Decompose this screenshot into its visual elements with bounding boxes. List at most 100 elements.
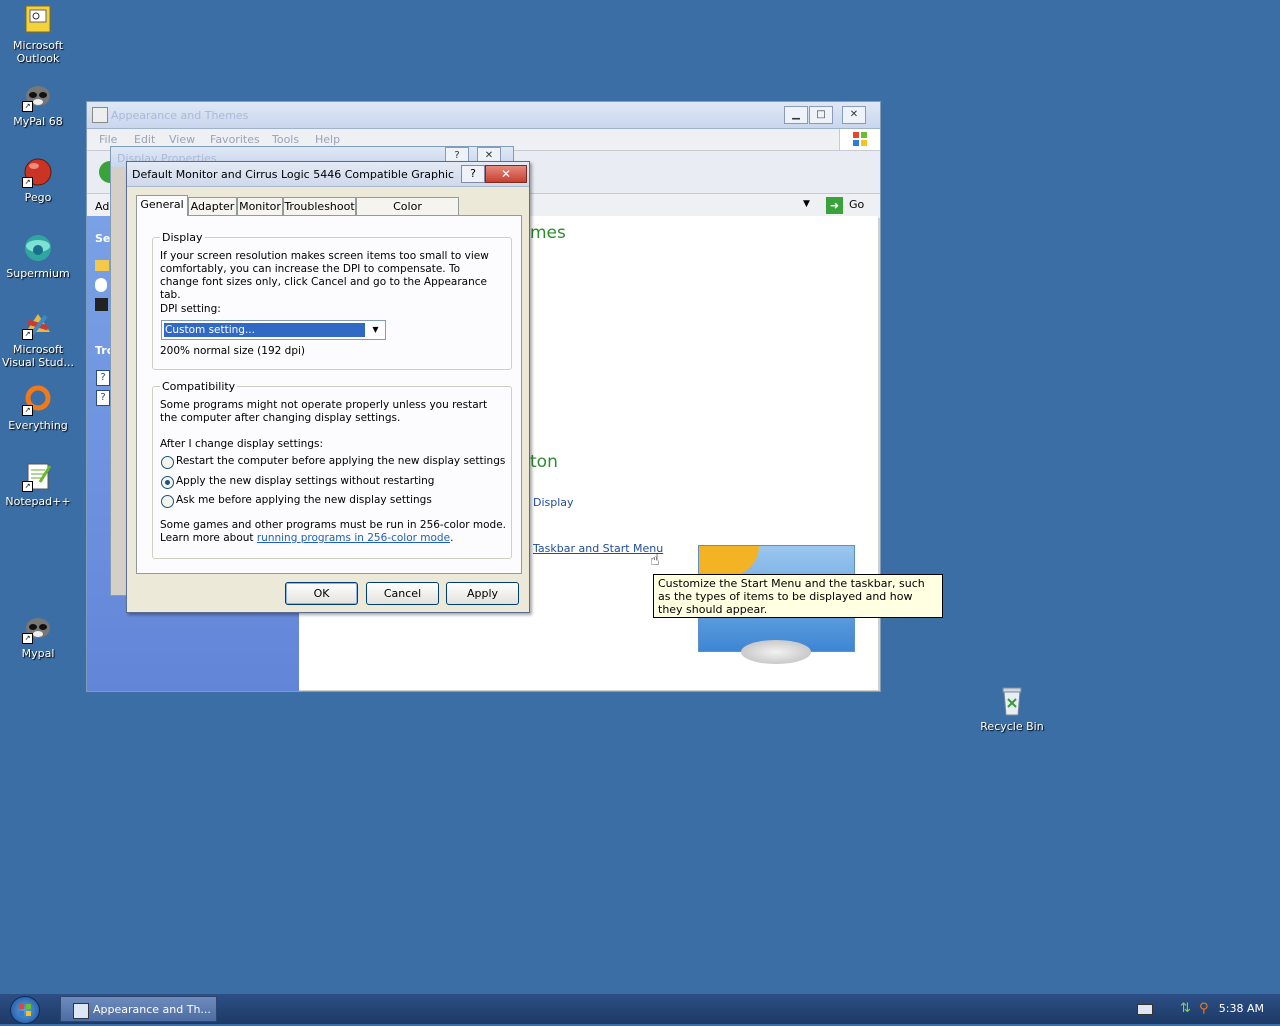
tab-color-management[interactable]: Color Management (356, 197, 459, 230)
tab-adapter[interactable]: Adapter (188, 197, 237, 215)
desktop-icon-mypal[interactable]: ↗ Mypal (0, 612, 76, 660)
learn-more-line: Learn more about running programs in 256… (160, 532, 453, 545)
menu-file[interactable]: File (99, 133, 117, 146)
shortcut-arrow-icon: ↗ (22, 405, 33, 416)
menu-help[interactable]: Help (315, 133, 340, 146)
menu-edit[interactable]: Edit (134, 133, 155, 146)
desktop-icon-pego[interactable]: ↗ Pego (0, 156, 76, 204)
display-description: If your screen resolution makes screen i… (160, 250, 489, 301)
close-button[interactable]: ✕ (842, 106, 866, 124)
display-icon (95, 298, 108, 311)
desktop-icon-visual-studio[interactable]: ↗ Microsoft Visual Stud... (0, 308, 76, 369)
radio-restart[interactable] (161, 456, 174, 469)
radio-restart-label[interactable]: Restart the computer before applying the… (176, 455, 505, 468)
taskbar: Appearance and Th... ⇅ ⚲ 5:38 AM (0, 994, 1280, 1024)
display-link[interactable]: Display (533, 496, 574, 509)
visual-studio-icon: ↗ (22, 308, 54, 340)
control-panel-icon (92, 107, 108, 123)
desktop-icon-notepadpp[interactable]: ↗ Notepad++ (0, 460, 76, 508)
dpi-setting-dropdown[interactable]: Custom setting... ▼ (161, 320, 386, 340)
shortcut-arrow-icon: ↗ (22, 329, 33, 340)
radio-apply-label[interactable]: Apply the new display settings without r… (176, 475, 434, 488)
compatibility-description: Some programs might not operate properly… (160, 399, 488, 424)
section-heading: ton (530, 452, 558, 472)
cancel-button[interactable]: Cancel (366, 582, 439, 605)
address-dropdown-icon[interactable]: ▼ (803, 199, 810, 209)
tab-general[interactable]: General (136, 195, 188, 216)
mouse-icon (95, 278, 107, 292)
taskbar-item-label: Appearance and Th... (93, 1003, 211, 1016)
help-icon: ? (96, 390, 110, 406)
close-button[interactable]: ✕ (485, 165, 527, 183)
desktop-icon-everything[interactable]: ↗ Everything (0, 384, 76, 432)
radio-ask-label[interactable]: Ask me before applying the new display s… (176, 494, 432, 507)
radio-apply-without-restart[interactable] (161, 476, 174, 489)
folder-icon (95, 260, 109, 271)
outlook-icon (22, 4, 54, 36)
go-arrow-icon[interactable]: ➜ (826, 197, 843, 214)
desktop-icon-label: Recycle Bin (980, 720, 1044, 733)
recycle-bin-icon (996, 685, 1028, 717)
desktop-icon-label: Supermium (6, 267, 70, 280)
windows-logo-icon (839, 129, 880, 150)
windows-logo-icon (19, 1004, 31, 1016)
compatibility-group-label: Compatibility (160, 380, 238, 393)
dpi-setting-label: DPI setting: (160, 303, 221, 315)
raccoon-icon: ↗ (22, 612, 54, 644)
taskbar-item-appearance[interactable]: Appearance and Th... (60, 996, 217, 1022)
maximize-button[interactable]: □ (809, 106, 833, 124)
network-icon[interactable]: ⇅ (1180, 1001, 1191, 1016)
control-panel-icon (73, 1003, 89, 1019)
menu-tools[interactable]: Tools (272, 133, 299, 146)
menu-view[interactable]: View (169, 133, 195, 146)
desktop-icon-label: Microsoft Visual Stud... (1, 343, 75, 369)
shortcut-arrow-icon: ↗ (22, 177, 33, 188)
learn-more-prefix: Learn more about (160, 532, 257, 544)
desktop-icon-label: Pego (24, 191, 52, 204)
ok-button[interactable]: OK (285, 582, 358, 605)
tab-troubleshoot[interactable]: Troubleshoot (283, 197, 356, 215)
display-group-label: Display (160, 231, 205, 244)
dpi-size-readout: 200% normal size (192 dpi) (160, 345, 306, 357)
desktop-icon-label: Mypal (21, 647, 55, 660)
tab-monitor[interactable]: Monitor (237, 197, 283, 215)
search-ring-icon: ↗ (22, 384, 54, 416)
start-button[interactable] (10, 996, 40, 1024)
monitor-properties-dialog[interactable]: Default Monitor and Cirrus Logic 5446 Co… (126, 161, 530, 613)
dpi-setting-value: Custom setting... (164, 323, 365, 337)
taskbar-link-tooltip: Customize the Start Menu and the taskbar… (653, 574, 943, 618)
learn-more-suffix: . (450, 532, 454, 544)
keyboard-icon[interactable] (1137, 1004, 1153, 1015)
search-icon[interactable]: ⚲ (1199, 1001, 1209, 1016)
help-button[interactable]: ? (461, 165, 485, 183)
dialog-title: Default Monitor and Cirrus Logic 5446 Co… (132, 168, 454, 181)
help-icon: ? (96, 370, 110, 386)
radio-ask-me[interactable] (161, 495, 174, 508)
address-label: Ad (95, 200, 110, 213)
desktop-icon-label: Everything (8, 419, 68, 432)
apply-button[interactable]: Apply (446, 582, 519, 605)
raccoon-icon: ↗ (22, 80, 54, 112)
desktop-icon-label: Microsoft Outlook (12, 39, 64, 65)
desktop-icon-mypal68[interactable]: ↗ MyPal 68 (0, 80, 76, 128)
after-change-label: After I change display settings: (160, 438, 323, 450)
learn-more-link[interactable]: running programs in 256-color mode (257, 532, 450, 544)
desktop-icon-outlook[interactable]: Microsoft Outlook (0, 4, 76, 65)
shortcut-arrow-icon: ↗ (22, 101, 33, 112)
chevron-down-icon[interactable]: ▼ (368, 323, 383, 337)
menu-favorites[interactable]: Favorites (210, 133, 260, 146)
desktop-icon-label: MyPal 68 (13, 115, 63, 128)
minimize-button[interactable]: ▁ (784, 106, 808, 124)
pego-icon: ↗ (22, 156, 54, 188)
explorer-titlebar[interactable]: Appearance and Themes ▁ □ ✕ (87, 102, 880, 129)
desktop-icon-label: Notepad++ (5, 495, 71, 508)
shortcut-arrow-icon: ↗ (22, 481, 33, 492)
desktop-icon-supermium[interactable]: Supermium (0, 232, 76, 280)
go-button[interactable]: Go (849, 198, 864, 211)
window-title: Appearance and Themes (111, 109, 249, 122)
dialog-titlebar[interactable]: Default Monitor and Cirrus Logic 5446 Co… (127, 162, 529, 187)
taskbar-start-menu-link[interactable]: Taskbar and Start Menu (533, 542, 663, 555)
shortcut-arrow-icon: ↗ (22, 633, 33, 644)
desktop-icon-recycle-bin[interactable]: Recycle Bin (974, 685, 1050, 733)
supermium-icon (22, 232, 54, 264)
